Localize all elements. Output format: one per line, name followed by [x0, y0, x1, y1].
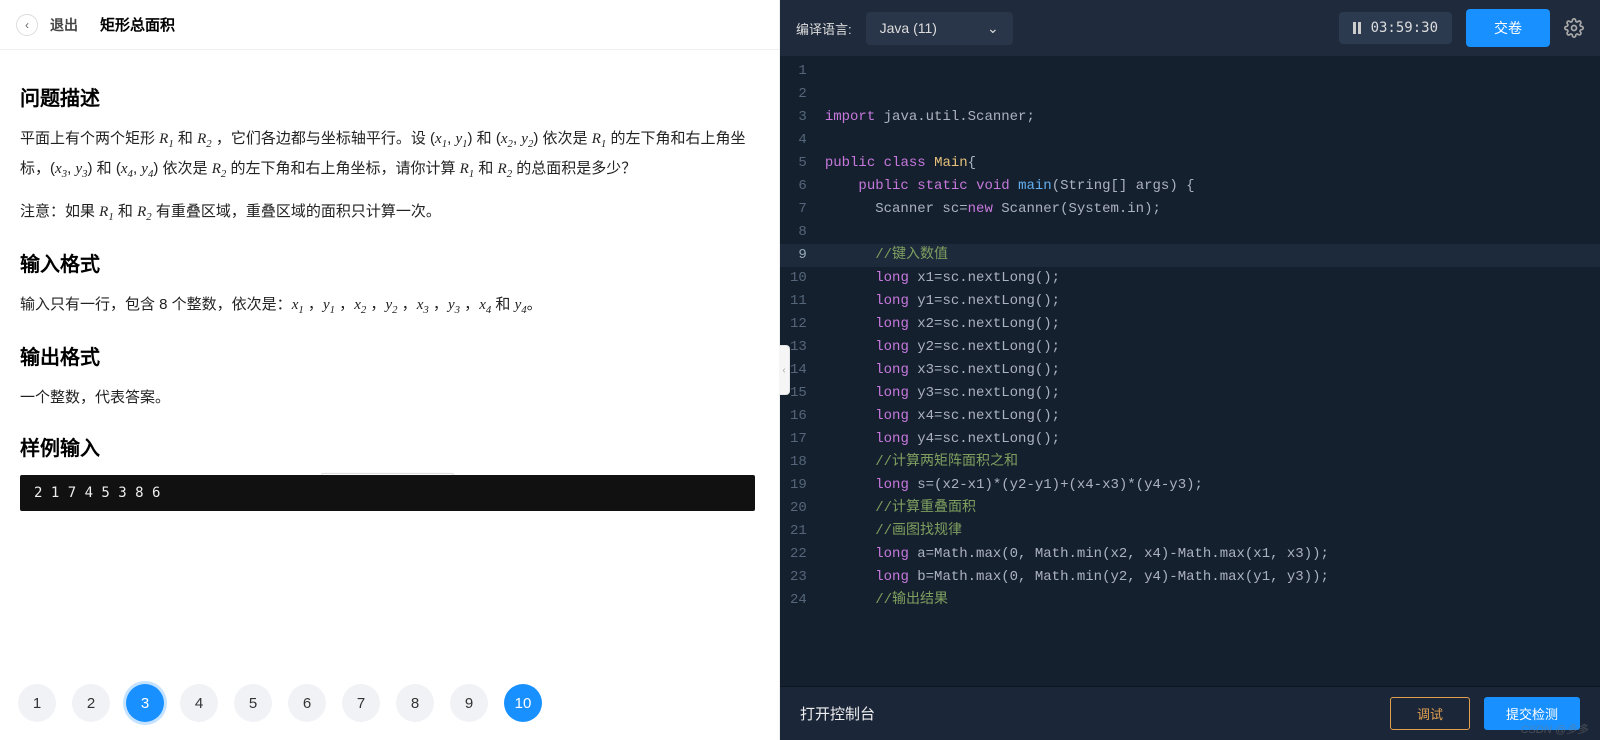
- chevron-down-icon: ⌄: [987, 20, 999, 37]
- code-editor[interactable]: 123456789101112131415161718192021222324 …: [780, 56, 1600, 686]
- question-nav-8[interactable]: 8: [396, 684, 434, 722]
- problem-header: ‹ 退出 矩形总面积: [0, 0, 779, 50]
- question-nav-6[interactable]: 6: [288, 684, 326, 722]
- submit-exam-button[interactable]: 交卷: [1466, 9, 1550, 47]
- output-text: 一个整数，代表答案。: [20, 384, 755, 412]
- question-nav-7[interactable]: 7: [342, 684, 380, 722]
- question-nav-9[interactable]: 9: [450, 684, 488, 722]
- gear-icon[interactable]: [1564, 18, 1584, 38]
- problem-title: 矩形总面积: [100, 14, 175, 35]
- problem-panel: ‹ 退出 矩形总面积 问题描述 平面上有个两个矩形 R1 和 R2 ，它们各边都…: [0, 0, 780, 740]
- input-text: 输入只有一行，包含 8 个整数，依次是：x1 ，y1 ，x2 ，y2 ，x3 ，…: [20, 291, 755, 321]
- editor-footer: 打开控制台 调试 提交检测: [780, 686, 1600, 740]
- question-nav: 123456789 10: [0, 668, 779, 740]
- timer[interactable]: 03:59:30: [1339, 12, 1452, 44]
- section-input: 输入格式: [20, 248, 755, 277]
- question-nav-3[interactable]: 3: [126, 684, 164, 722]
- editor-header: 编译语言: Java (11) ⌄ 03:59:30 交卷: [780, 0, 1600, 56]
- code-lines[interactable]: import java.util.Scanner; public class M…: [821, 56, 1600, 686]
- exit-label[interactable]: 退出: [50, 15, 78, 35]
- back-button[interactable]: ‹: [16, 14, 38, 36]
- question-nav-1[interactable]: 1: [18, 684, 56, 722]
- panel-resize-handle[interactable]: ‹: [779, 345, 790, 395]
- section-output: 输出格式: [20, 341, 755, 370]
- language-select[interactable]: Java (11) ⌄: [866, 12, 1013, 45]
- sample-input-block: 2 1 7 4 5 3 8 6: [20, 475, 755, 511]
- note-text: 注意：如果 R1 和 R2 有重叠区域，重叠区域的面积只计算一次。: [20, 198, 755, 228]
- section-sample: 样例输入: [20, 432, 755, 461]
- question-nav-2[interactable]: 2: [72, 684, 110, 722]
- lang-label: 编译语言:: [796, 19, 852, 38]
- editor-panel: 编译语言: Java (11) ⌄ 03:59:30 交卷 1234567891…: [780, 0, 1600, 740]
- question-nav-10[interactable]: 10: [504, 684, 542, 722]
- console-toggle[interactable]: 打开控制台: [800, 703, 875, 724]
- question-nav-4[interactable]: 4: [180, 684, 218, 722]
- debug-button[interactable]: 调试: [1390, 697, 1470, 730]
- problem-content[interactable]: 问题描述 平面上有个两个矩形 R1 和 R2 ，它们各边都与坐标轴平行。设 (x…: [0, 50, 779, 668]
- watermark: CSDN @多多: [1521, 721, 1588, 737]
- question-nav-5[interactable]: 5: [234, 684, 272, 722]
- pause-icon: [1353, 22, 1361, 34]
- section-description: 问题描述: [20, 82, 755, 111]
- description-text: 平面上有个两个矩形 R1 和 R2 ，它们各边都与坐标轴平行。设 (x1, y1…: [20, 125, 755, 184]
